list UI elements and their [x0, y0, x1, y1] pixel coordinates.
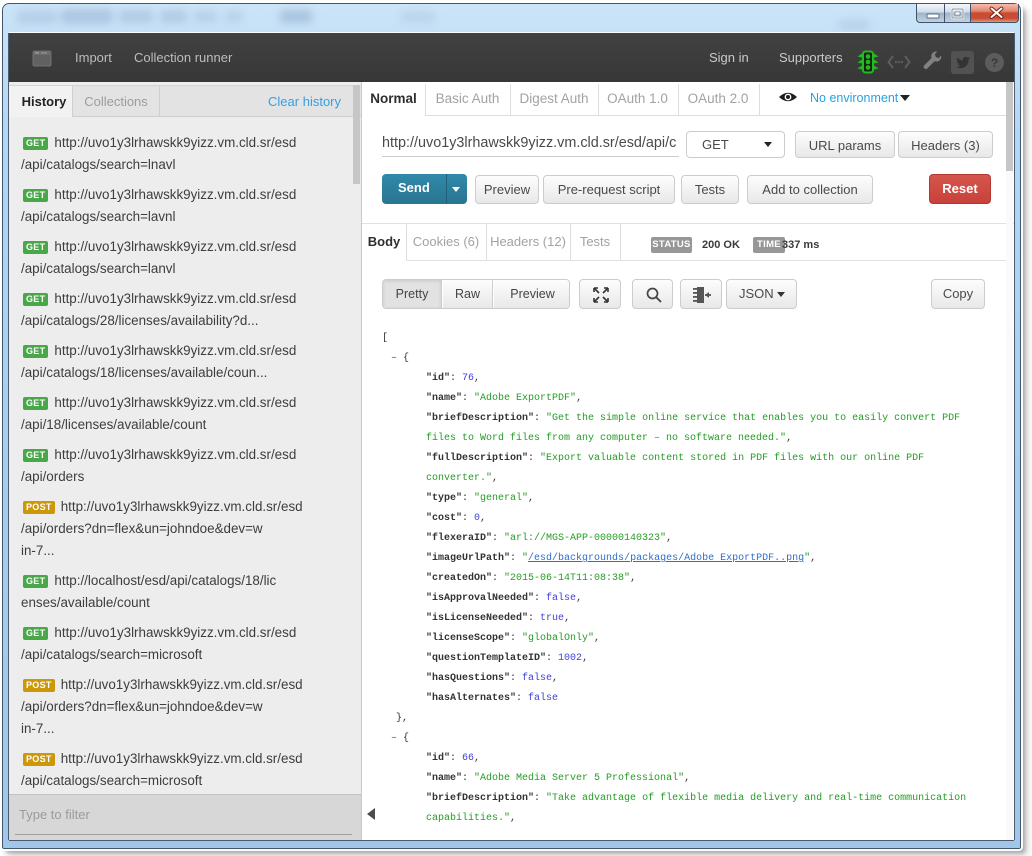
svg-text:?: ? [991, 56, 998, 70]
